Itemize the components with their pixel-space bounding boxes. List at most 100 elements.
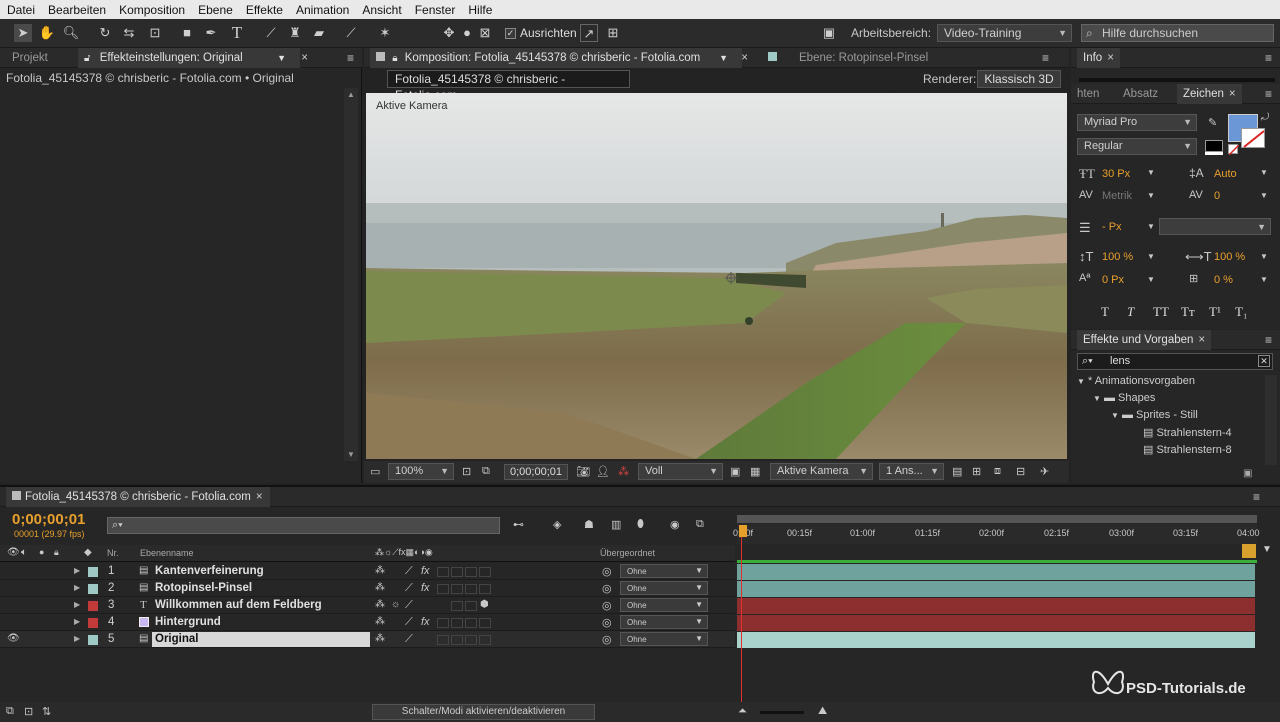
horizontal-scale-value[interactable]: 100 %	[1214, 251, 1245, 263]
label-color-swatch[interactable]	[88, 618, 98, 628]
quality-switch-icon[interactable]: ⟋	[405, 582, 413, 595]
tab-effect-controls[interactable]: 🔓︎ Effekteinstellungen: Original ▼ ×	[78, 48, 308, 68]
transfer-controls-icon[interactable]: ⊡	[24, 705, 33, 718]
switch-cell[interactable]	[465, 618, 477, 628]
panel-menu-icon[interactable]: ≡	[1265, 51, 1272, 65]
switch-cell[interactable]	[465, 601, 477, 611]
layer-row[interactable]: ▶ 4 Hintergrund ⁂ ⟋ fx ◎ Ohne ▼	[0, 614, 735, 631]
switch-cell[interactable]	[479, 635, 491, 645]
quality-switch-icon[interactable]: ⟋	[405, 633, 413, 646]
view-axis-icon[interactable]: ⊠	[476, 24, 494, 42]
tab-character[interactable]: Zeichen ×	[1177, 84, 1242, 104]
switch-cell[interactable]	[451, 601, 463, 611]
layer-duration-bar[interactable]	[737, 615, 1255, 631]
shy-switch-icon[interactable]: ⁂	[375, 599, 385, 610]
zoom-dropdown[interactable]: 100% ▼	[388, 463, 454, 480]
effect-switch-icon[interactable]: fx	[421, 565, 430, 577]
tsume-value[interactable]: 0 %	[1214, 274, 1233, 286]
rectangle-tool-icon[interactable]: ■	[178, 24, 196, 42]
font-family-dropdown[interactable]: Myriad Pro ▼	[1077, 114, 1197, 131]
menu-ansicht[interactable]: Ansicht	[355, 3, 407, 17]
local-axis-icon[interactable]: ✥	[440, 24, 458, 42]
shy-switch-icon[interactable]: ⁂	[375, 633, 385, 644]
switch-cell[interactable]	[437, 584, 449, 594]
layer-duration-bar[interactable]	[737, 598, 1255, 614]
tab-timeline-comp[interactable]: Fotolia_45145378 © chrisberic - Fotolia.…	[6, 487, 270, 507]
chevron-down-icon[interactable]: ▼	[1147, 191, 1155, 200]
kerning-value[interactable]: Metrik	[1102, 190, 1132, 202]
clear-search-icon[interactable]: ✕	[1258, 355, 1270, 367]
work-area-bar[interactable]	[737, 515, 1257, 523]
switch-cell[interactable]	[479, 584, 491, 594]
parent-pickwhip-icon[interactable]: ◎	[602, 599, 612, 612]
menu-effekte[interactable]: Effekte	[239, 3, 289, 17]
graph-editor-icon[interactable]: ◉	[670, 518, 680, 531]
switch-cell[interactable]	[451, 635, 463, 645]
faux-italic-button[interactable]: T	[1127, 304, 1134, 320]
tab-preview[interactable]: hten	[1071, 84, 1105, 104]
zoom-in-icon[interactable]: ⛰	[818, 705, 827, 718]
preset-tree-item[interactable]: ▤ Strahlenstern-4	[1143, 426, 1232, 439]
layer-name[interactable]: Original	[155, 633, 198, 645]
fit-icon[interactable]: ⊡	[462, 465, 471, 478]
label-color-swatch[interactable]	[88, 601, 98, 611]
layer-row[interactable]: ▶ 2 ▤ Rotopinsel-Pinsel ⁂ ⟋ fx ◎ Ohne ▼	[0, 580, 735, 597]
quality-switch-icon[interactable]: ⟋	[405, 616, 413, 629]
close-icon[interactable]: ×	[1229, 88, 1236, 100]
workspace-dropdown[interactable]: Video-Training ▼	[937, 24, 1072, 42]
new-preset-icon[interactable]: ▣	[1243, 468, 1252, 479]
show-snapshot-icon[interactable]: 👤︎	[596, 465, 610, 478]
effect-switch-icon[interactable]: fx	[421, 616, 430, 628]
composition-viewer[interactable]: Aktive Kamera	[366, 93, 1067, 459]
zoom-tool-icon[interactable]: 🔍︎	[62, 24, 80, 42]
comp-marker-bin-icon[interactable]: ▼	[1262, 544, 1272, 555]
quality-switch-icon[interactable]: ⟋	[405, 565, 413, 578]
3d-layer-icon[interactable]: ⬢	[480, 599, 489, 610]
flowchart-icon[interactable]: ⊟	[1016, 465, 1025, 478]
layer-row[interactable]: ▶ 1 ▤ Kantenverfeinerung ⁂ ⟋ fx ◎ Ohne ▼	[0, 563, 735, 580]
tab-composition[interactable]: 🔒︎ Komposition: Fotolia_45145378 © chris…	[370, 48, 748, 68]
label-color-swatch[interactable]	[88, 635, 98, 645]
black-swatch[interactable]	[1205, 140, 1223, 152]
lock-icon[interactable]: 🔓︎	[84, 53, 90, 64]
safe-zones-icon[interactable]: ⧉	[482, 465, 490, 478]
parent-dropdown[interactable]: Ohne ▼	[620, 564, 708, 578]
text-tool-icon[interactable]: T	[228, 24, 246, 42]
close-icon[interactable]: ×	[256, 491, 263, 503]
effect-switch-icon[interactable]: fx	[421, 582, 430, 594]
frame-blending-icon[interactable]: ▥	[611, 518, 621, 531]
motion-blur-icon[interactable]: ⬮	[637, 518, 644, 531]
menu-ebene[interactable]: Ebene	[191, 3, 239, 17]
help-search-input[interactable]: ⌕ Hilfe durchsuchen	[1081, 24, 1274, 42]
roto-brush-tool-icon[interactable]: ⟋	[342, 24, 360, 42]
menu-fenster[interactable]: Fenster	[408, 3, 462, 17]
toggle-switches-modes-button[interactable]: Schalter/Modi aktivieren/deaktivieren	[372, 704, 595, 720]
column-layer-name[interactable]: Ebenenname	[140, 548, 194, 558]
quality-switch-icon[interactable]: ⟋	[405, 599, 413, 612]
chevron-down-icon[interactable]: ▼	[1260, 275, 1268, 284]
vertical-scrollbar[interactable]: ▲ ▼	[344, 88, 358, 461]
layer-name[interactable]: Rotopinsel-Pinsel	[155, 582, 252, 594]
close-icon[interactable]: ×	[1198, 334, 1205, 346]
switch-cell[interactable]	[465, 584, 477, 594]
chevron-down-icon[interactable]: ▼	[1147, 168, 1155, 177]
layer-name[interactable]: Hintergrund	[155, 616, 221, 628]
timeline-current-time[interactable]: 0;00;00;01	[12, 511, 85, 528]
align-checkbox[interactable]: ✓ Ausrichten	[505, 26, 577, 40]
stroke-width-value[interactable]: - Px	[1102, 221, 1122, 233]
current-time-field[interactable]: 0;00;00;01	[504, 464, 568, 480]
vertical-scale-value[interactable]: 100 %	[1102, 251, 1133, 263]
shy-switch-icon[interactable]: ⁂	[375, 565, 385, 576]
disclosure-triangle-icon[interactable]: ▶	[74, 634, 80, 643]
chevron-down-icon[interactable]: ▼	[1147, 275, 1155, 284]
parent-pickwhip-icon[interactable]: ◎	[602, 582, 612, 595]
label-color-swatch[interactable]	[88, 584, 98, 594]
switch-cell[interactable]	[465, 635, 477, 645]
parent-dropdown[interactable]: Ohne ▼	[620, 632, 708, 646]
playhead-handle[interactable]	[739, 525, 747, 537]
eyedropper-icon[interactable]: ✎	[1208, 116, 1217, 129]
preset-tree-item[interactable]: ▤ Strahlenstern-8	[1143, 443, 1232, 456]
eraser-tool-icon[interactable]: ▰	[310, 24, 328, 42]
shy-switch-icon[interactable]: ⁂	[375, 616, 385, 627]
tab-effects-presets[interactable]: Effekte und Vorgaben ×	[1077, 330, 1212, 350]
